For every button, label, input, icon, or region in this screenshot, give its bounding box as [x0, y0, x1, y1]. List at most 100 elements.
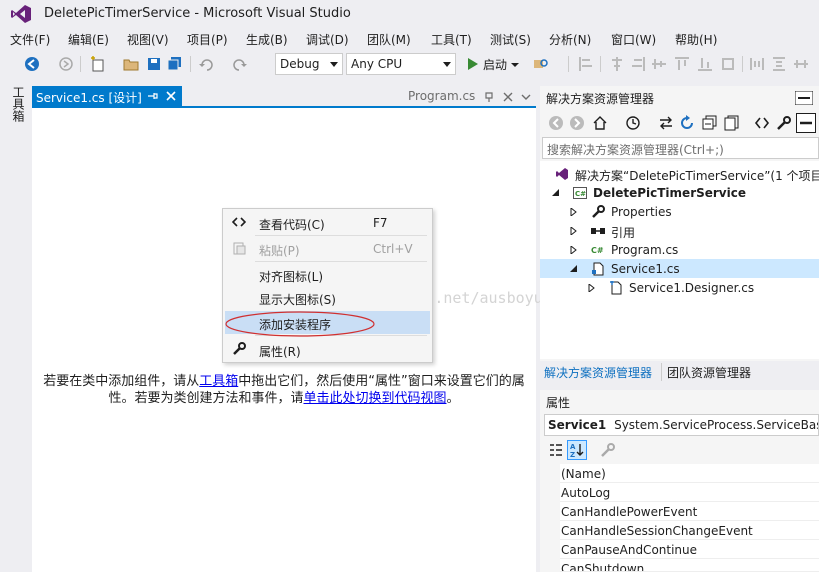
se-back-icon[interactable]	[548, 115, 564, 131]
menu-help[interactable]: 帮助(H)	[675, 31, 717, 48]
properties-object-selector[interactable]: Service1 System.ServiceProcess.ServiceBa…	[544, 414, 819, 436]
back-icon[interactable]	[24, 56, 40, 72]
property-row-canpauseandcontinue[interactable]: CanPauseAndContinue	[560, 540, 819, 559]
menu-tools[interactable]: 工具(T)	[431, 31, 472, 48]
se-properties-wrench-icon[interactable]	[776, 115, 792, 131]
solution-explorer-tree: 解决方案“DeletePicTimerService”(1 个项目) C# De…	[540, 161, 819, 359]
menu-edit[interactable]: 编辑(E)	[68, 31, 109, 48]
align-middles-icon[interactable]	[651, 56, 667, 72]
save-icon[interactable]	[146, 56, 162, 72]
tree-item-properties[interactable]: Properties	[540, 202, 819, 221]
collapsed-arrow-icon[interactable]	[588, 284, 596, 292]
solution-config-dropdown[interactable]: Debug	[275, 53, 343, 75]
tab-overflow-chevron-icon[interactable]	[520, 91, 532, 103]
menu-item-align-icons[interactable]: 对齐图标(L)	[225, 263, 430, 286]
menu-project[interactable]: 项目(P)	[187, 31, 228, 48]
home-icon[interactable]	[592, 115, 608, 131]
show-all-files-icon[interactable]	[724, 115, 740, 131]
horizontal-spacing-icon[interactable]	[749, 56, 765, 72]
start-play-icon[interactable]	[465, 56, 481, 72]
properties-toolbar: AZ	[540, 438, 819, 462]
menu-debug[interactable]: 调试(D)	[306, 31, 349, 48]
property-canshutdown-label: CanShutdown	[561, 562, 645, 572]
collapsed-arrow-icon[interactable]	[570, 208, 578, 216]
undo-icon[interactable]	[198, 56, 214, 72]
se-forward-icon[interactable]	[569, 115, 585, 131]
highlight-ellipse	[224, 310, 376, 338]
collapsed-arrow-icon[interactable]	[570, 246, 578, 254]
auto-hide-pin-icon[interactable]	[795, 91, 813, 105]
tree-item-program-cs[interactable]: C# Program.cs	[540, 240, 819, 259]
close-tab-icon[interactable]	[165, 90, 177, 102]
toolbox-link[interactable]: 工具箱	[199, 374, 238, 389]
pin-program-tab-icon[interactable]	[483, 91, 495, 103]
solution-icon	[555, 167, 569, 181]
tab-service1-design[interactable]: Service1.cs [设计]	[32, 86, 182, 107]
preview-selected-items-icon[interactable]	[796, 113, 816, 133]
tab-solution-explorer[interactable]: 解决方案资源管理器	[544, 364, 652, 381]
align-lefts-icon[interactable]	[578, 56, 594, 72]
menu-item-properties[interactable]: 属性(R)	[225, 338, 430, 361]
property-row-canhandlesessionchangeevent[interactable]: CanHandleSessionChangeEvent	[560, 521, 819, 540]
tree-item-references[interactable]: 引用	[540, 221, 819, 240]
solution-explorer-search-input[interactable]: 搜索解决方案资源管理器(Ctrl+;)	[542, 137, 819, 159]
vertical-spacing-icon[interactable]	[771, 56, 787, 72]
align-bottoms-icon[interactable]	[697, 56, 713, 72]
csharp-file-icon: C#	[591, 243, 605, 257]
expanded-arrow-icon[interactable]	[552, 189, 560, 197]
menu-file[interactable]: 文件(F)	[10, 31, 50, 48]
switch-to-code-view-link[interactable]: 单击此处切换到代码视图	[303, 391, 446, 406]
menu-analyze[interactable]: 分析(N)	[549, 31, 591, 48]
menu-build[interactable]: 生成(B)	[246, 31, 288, 48]
align-tops-icon[interactable]	[674, 56, 690, 72]
tree-item-service1-cs[interactable]: Service1.cs	[540, 259, 819, 278]
forward-icon[interactable]	[58, 56, 74, 72]
toolbox-tab[interactable]: 工具箱	[8, 86, 25, 122]
refresh-icon[interactable]	[679, 115, 695, 131]
collapsed-arrow-icon[interactable]	[570, 227, 578, 235]
property-row-canshutdown[interactable]: CanShutdown	[560, 559, 819, 572]
platform-dropdown[interactable]: Any CPU	[346, 53, 456, 75]
save-all-icon[interactable]	[167, 56, 183, 72]
property-row-canhandlepowerevent[interactable]: CanHandlePowerEvent	[560, 502, 819, 521]
property-name-label: (Name)	[561, 467, 606, 481]
alphabetical-icon[interactable]: AZ	[567, 440, 587, 460]
designer-hint-part3: 。	[446, 391, 460, 406]
align-centers-icon[interactable]	[609, 56, 625, 72]
menu-test[interactable]: 测试(S)	[490, 31, 531, 48]
redo-icon[interactable]	[232, 56, 248, 72]
tree-item-project[interactable]: C# DeletePicTimerService	[540, 183, 819, 202]
tab-team-explorer[interactable]: 团队资源管理器	[667, 364, 751, 381]
find-in-files-icon[interactable]	[533, 56, 549, 72]
se-view-code-icon[interactable]	[754, 115, 770, 131]
menu-team[interactable]: 团队(M)	[367, 31, 411, 48]
properties-object-type: System.ServiceProcess.ServiceBase	[614, 418, 819, 432]
categorized-icon[interactable]	[548, 442, 564, 458]
property-row-autolog[interactable]: AutoLog	[560, 483, 819, 502]
menu-item-properties-label: 属性(R)	[259, 345, 301, 359]
align-rights-icon[interactable]	[630, 56, 646, 72]
make-same-size-icon[interactable]	[720, 56, 736, 72]
start-dropdown-chevron-icon[interactable]	[511, 56, 519, 72]
sync-with-active-document-icon[interactable]	[658, 115, 674, 131]
menu-item-view-code[interactable]: 查看代码(C) F7	[225, 211, 430, 234]
start-button-label[interactable]: 启动	[483, 56, 507, 73]
menu-item-paste[interactable]: 粘贴(P) Ctrl+V	[225, 237, 430, 260]
pending-changes-filter-icon[interactable]	[625, 115, 641, 131]
new-project-icon[interactable]	[90, 56, 106, 72]
menu-window[interactable]: 窗口(W)	[611, 31, 656, 48]
open-file-icon[interactable]	[123, 56, 139, 72]
expanded-arrow-icon[interactable]	[570, 265, 578, 273]
collapse-all-icon[interactable]	[702, 115, 718, 131]
pin-tab-icon[interactable]	[146, 90, 158, 102]
property-row-name[interactable]: (Name)	[560, 464, 819, 483]
tree-item-solution[interactable]: 解决方案“DeletePicTimerService”(1 个项目)	[540, 164, 819, 183]
tab-program-cs[interactable]: Program.cs	[408, 89, 475, 103]
menu-view[interactable]: 视图(V)	[127, 31, 169, 48]
menu-item-show-large-icons[interactable]: 显示大图标(S)	[225, 286, 430, 309]
property-pages-wrench-icon[interactable]	[600, 442, 616, 458]
center-horizontally-icon[interactable]	[793, 56, 809, 72]
tree-item-service1-designer-cs[interactable]: Service1.Designer.cs	[540, 278, 819, 297]
close-program-tab-icon[interactable]	[502, 91, 514, 103]
tree-item-solution-label: 解决方案“DeletePicTimerService”(1 个项目)	[575, 169, 819, 183]
